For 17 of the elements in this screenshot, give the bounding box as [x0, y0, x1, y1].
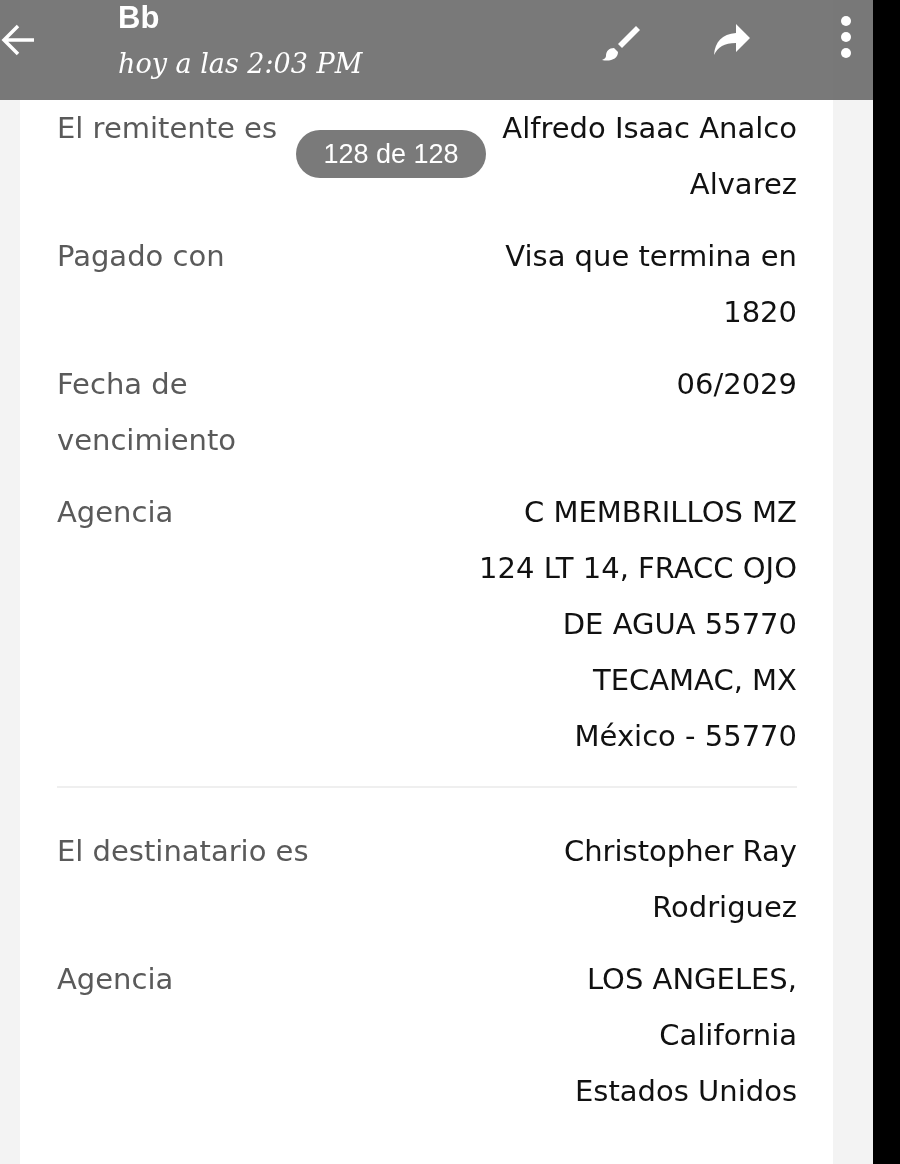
- back-arrow-icon[interactable]: [0, 22, 36, 58]
- sender-name: Bb: [118, 0, 160, 36]
- field-value: C MEMBRILLOS MZ 124 LT 14, FRACC OJO DE AGUA 55770 TECAMAC, MX México - 55770: [478, 494, 797, 755]
- counter-toast: 128 de 128: [296, 130, 486, 178]
- field-value: Visa que termina en 1820: [504, 238, 797, 331]
- field-label: Agencia: [57, 494, 174, 531]
- field-label: Pagado con: [57, 238, 225, 275]
- field-value: 06/2029: [675, 366, 797, 403]
- field-value: LOS ANGELES, California Estados Unidos: [574, 961, 797, 1110]
- field-value: Christopher Ray Rodriguez: [562, 833, 797, 926]
- field-label: Fecha de vencimiento: [57, 366, 238, 459]
- field-label: El destinatario es: [57, 833, 309, 870]
- field-value: Alfredo Isaac Analco Alvarez: [501, 110, 797, 203]
- field-label: El remitente es: [57, 110, 277, 147]
- timestamp: hoy a las 2:03 PM: [118, 48, 363, 79]
- field-label: Agencia: [57, 961, 174, 998]
- more-icon[interactable]: [838, 15, 854, 59]
